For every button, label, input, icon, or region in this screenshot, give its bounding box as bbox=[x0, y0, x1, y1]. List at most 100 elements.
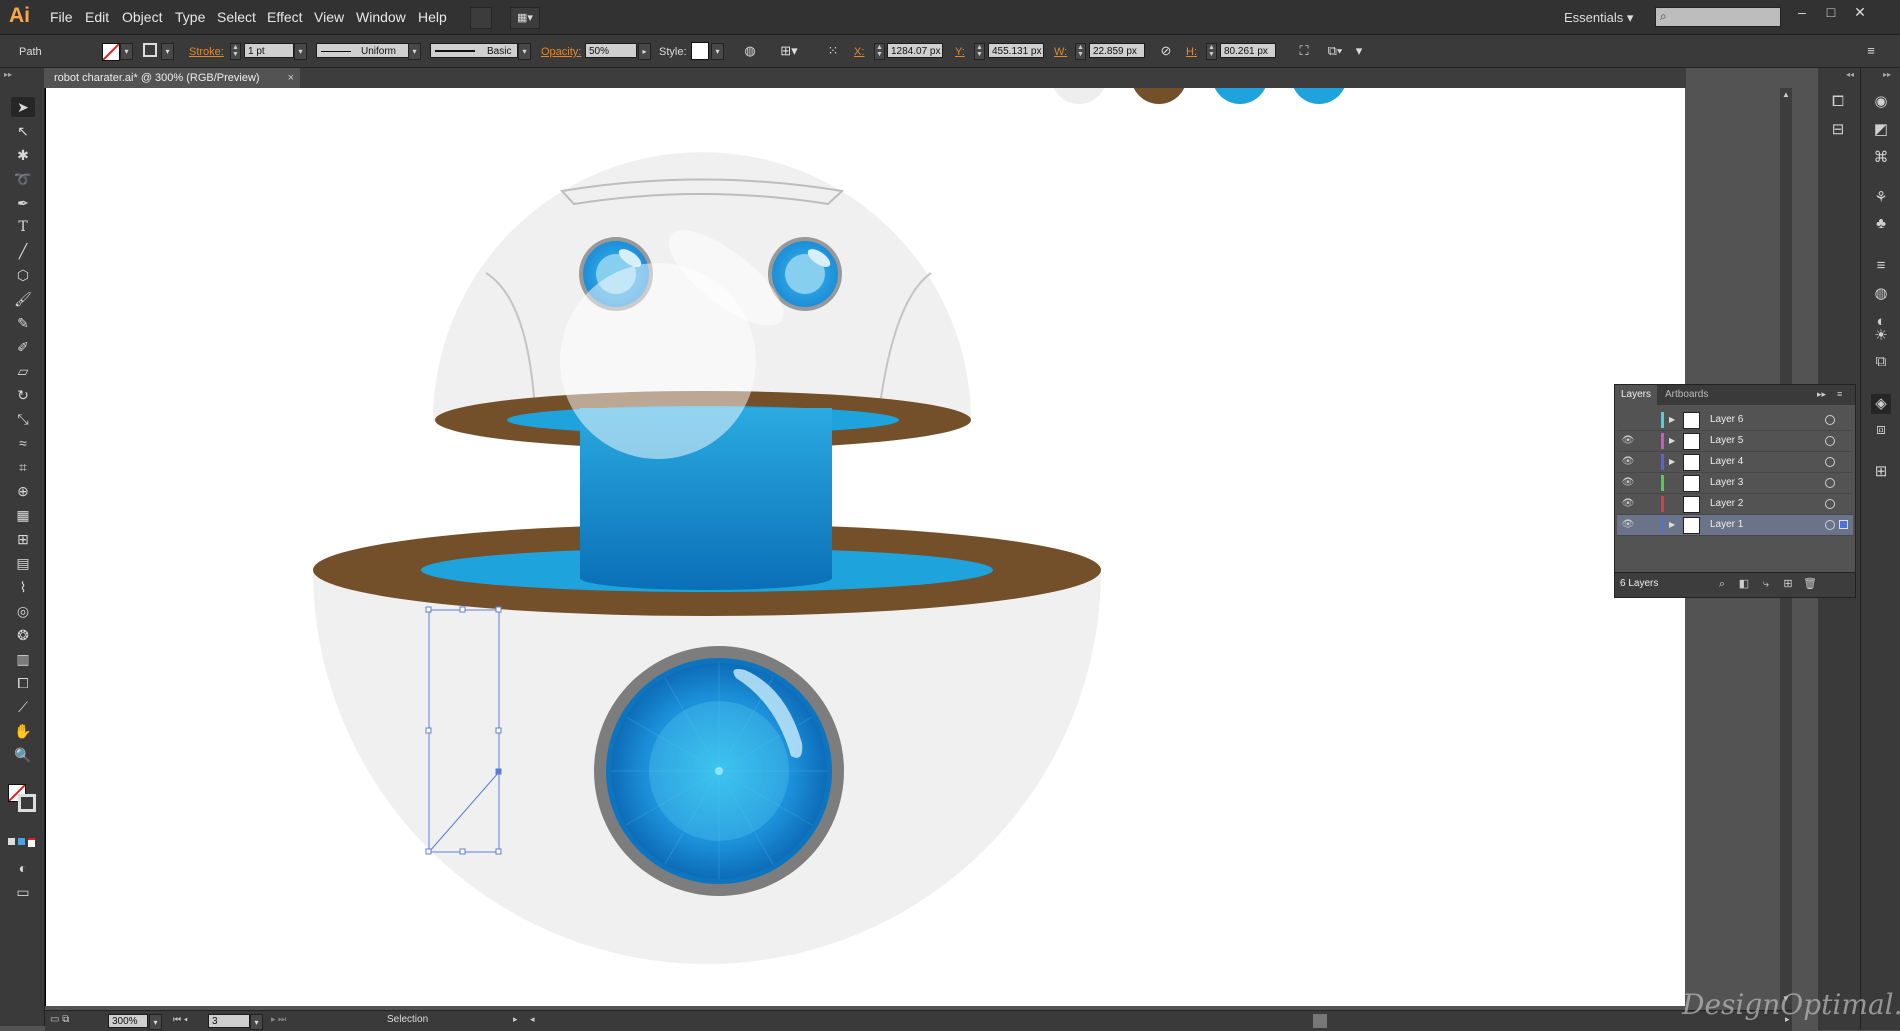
paintbrush-tool-icon[interactable]: 🖌 bbox=[11, 289, 35, 309]
stroke-weight-stepper[interactable]: ▲ ▼ bbox=[230, 43, 241, 60]
eye-icon[interactable]: 👁 bbox=[1621, 497, 1635, 511]
x-stepper[interactable]: ▲ ▼ bbox=[874, 43, 885, 60]
minimize-button[interactable]: – bbox=[1790, 3, 1814, 21]
color-panel-icon[interactable]: ◉ bbox=[1871, 92, 1891, 112]
layers-panel-icon[interactable]: ◈ bbox=[1871, 394, 1891, 414]
layer-name[interactable]: Layer 5 bbox=[1710, 435, 1743, 446]
maximize-button[interactable]: □ bbox=[1819, 3, 1843, 21]
reference-point-icon[interactable]: ⁙ bbox=[824, 42, 842, 60]
draw-mode-icon[interactable]: ◐ bbox=[11, 858, 35, 878]
expand-layer-icon[interactable]: ▶ bbox=[1669, 518, 1675, 532]
fill-stroke-swatches[interactable] bbox=[8, 784, 38, 812]
layer-target-icon[interactable] bbox=[1825, 415, 1835, 425]
none-mode-icon[interactable] bbox=[28, 838, 35, 847]
menu-help[interactable]: Help bbox=[418, 9, 447, 25]
symbols-panel-icon[interactable]: ♣ bbox=[1871, 214, 1891, 234]
slice-tool-icon[interactable]: ⟋ bbox=[11, 697, 35, 717]
menu-edit[interactable]: Edit bbox=[85, 9, 109, 25]
eye-icon[interactable]: 👁 bbox=[1621, 434, 1635, 448]
stroke-weight-field[interactable]: 1 pt bbox=[244, 43, 294, 58]
graphic-style-swatch[interactable] bbox=[691, 42, 709, 60]
column-graph-tool-icon[interactable]: ▥ bbox=[11, 649, 35, 669]
recolor-artwork-icon[interactable]: ◍ bbox=[741, 42, 759, 60]
opacity-slider-toggle[interactable]: ▸ bbox=[638, 43, 651, 60]
artboard-tool-icon[interactable]: ⧠ bbox=[11, 673, 35, 693]
dock2-collapse-icon[interactable]: ▸▸ bbox=[1883, 70, 1891, 79]
x-field[interactable]: 1284.07 px bbox=[887, 43, 943, 58]
zoom-tool-icon[interactable]: 🔍 bbox=[11, 745, 35, 765]
delete-layer-icon[interactable]: 🗑 bbox=[1803, 577, 1817, 591]
close-tab-icon[interactable]: × bbox=[288, 68, 294, 88]
stroke-label[interactable]: Stroke: bbox=[189, 46, 224, 58]
magic-wand-tool-icon[interactable]: ✱ bbox=[11, 145, 35, 165]
rotate-tool-icon[interactable]: ↻ bbox=[11, 385, 35, 405]
workspace-switcher[interactable]: Essentials ▾ bbox=[1564, 10, 1633, 26]
menu-type[interactable]: Type bbox=[175, 9, 205, 25]
close-button[interactable]: ✕ bbox=[1848, 3, 1872, 21]
artboards-panel-icon-2[interactable]: ⧈ bbox=[1871, 420, 1891, 440]
profile-dropdown[interactable]: ▾ bbox=[408, 43, 421, 60]
w-field[interactable]: 22.859 px bbox=[1089, 43, 1145, 58]
last-artboard-icon[interactable]: ▸ ⏭ bbox=[271, 1014, 286, 1025]
stroke-color-swatch[interactable] bbox=[143, 43, 157, 57]
layer-target-icon[interactable] bbox=[1825, 520, 1835, 530]
gradient-tool-icon[interactable]: ▤ bbox=[11, 553, 35, 573]
blob-brush-tool-icon[interactable]: ✐ bbox=[11, 337, 35, 357]
stroke-panel-icon[interactable]: ≡ bbox=[1871, 256, 1891, 276]
control-bar-options-icon[interactable]: ≡ bbox=[1862, 42, 1880, 60]
visibility-toggle-icon[interactable] bbox=[1621, 413, 1635, 427]
artboard[interactable] bbox=[45, 88, 1685, 1006]
constrain-proportions-icon[interactable]: ⊘ bbox=[1157, 42, 1175, 60]
stroke-swatch-icon[interactable] bbox=[18, 794, 36, 812]
layer-name[interactable]: Layer 6 bbox=[1710, 414, 1743, 425]
fill-swatch[interactable] bbox=[102, 43, 120, 61]
line-tool-icon[interactable]: ╱ bbox=[11, 241, 35, 261]
expand-layer-icon[interactable]: ▶ bbox=[1669, 455, 1675, 469]
isolate-object-icon[interactable]: ⧉▾ bbox=[1326, 42, 1344, 60]
eye-icon[interactable]: 👁 bbox=[1621, 476, 1635, 490]
hand-tool-icon[interactable]: ✋ bbox=[11, 721, 35, 741]
scale-tool-icon[interactable]: ⤡ bbox=[11, 409, 35, 429]
graphic-styles-panel-icon[interactable]: ⧉ bbox=[1871, 352, 1891, 372]
layer-row[interactable]: 👁 Layer 2 bbox=[1617, 494, 1853, 515]
layer-row[interactable]: 👁 ▶ Layer 1 bbox=[1617, 515, 1853, 536]
layer-row[interactable]: 👁 ▶ Layer 5 bbox=[1617, 431, 1853, 452]
stroke-color-dropdown[interactable]: ▾ bbox=[161, 43, 174, 60]
pen-tool-icon[interactable]: ✒ bbox=[11, 193, 35, 213]
menu-object[interactable]: Object bbox=[122, 9, 162, 25]
transform-panel-icon[interactable]: ⊞ bbox=[1871, 462, 1891, 482]
create-new-layer-icon[interactable]: ⊞ bbox=[1781, 577, 1795, 591]
opacity-label[interactable]: Opacity: bbox=[541, 46, 581, 58]
fill-dropdown[interactable]: ▾ bbox=[120, 43, 133, 60]
layer-name[interactable]: Layer 2 bbox=[1710, 498, 1743, 509]
y-field[interactable]: 455.131 px bbox=[988, 43, 1044, 58]
swatch-circle-brown[interactable] bbox=[1131, 88, 1187, 104]
stroke-weight-dropdown[interactable]: ▾ bbox=[294, 43, 307, 60]
free-transform-tool-icon[interactable]: ⌗ bbox=[11, 457, 35, 477]
horizontal-scroll-thumb[interactable] bbox=[1313, 1014, 1327, 1028]
color-mode-icon[interactable] bbox=[8, 838, 15, 845]
scroll-up-icon[interactable]: ▲ bbox=[1782, 90, 1790, 99]
layer-name[interactable]: Layer 4 bbox=[1710, 456, 1743, 467]
opacity-field[interactable]: 50% bbox=[585, 43, 637, 58]
locate-object-icon[interactable]: ⌕ bbox=[1715, 577, 1729, 591]
eraser-tool-icon[interactable]: ▱ bbox=[11, 361, 35, 381]
layer-row[interactable]: ▶ Layer 6 bbox=[1617, 410, 1853, 431]
eye-icon[interactable]: 👁 bbox=[1621, 518, 1635, 532]
menu-window[interactable]: Window bbox=[356, 9, 406, 25]
layer-target-icon[interactable] bbox=[1825, 436, 1835, 446]
layer-row[interactable]: 👁 Layer 3 bbox=[1617, 473, 1853, 494]
blend-tool-icon[interactable]: ◎ bbox=[11, 601, 35, 621]
help-search-input[interactable]: ⌕ bbox=[1655, 7, 1781, 27]
gradient-mode-icon[interactable] bbox=[18, 838, 25, 845]
panel-collapse-icon[interactable]: ▸▸ bbox=[1817, 389, 1826, 400]
align-panel-icon[interactable]: ⊟ bbox=[1828, 120, 1848, 140]
layer-name[interactable]: Layer 1 bbox=[1710, 519, 1743, 530]
type-tool-icon[interactable]: T bbox=[11, 217, 35, 237]
eye-icon[interactable]: 👁 bbox=[1621, 455, 1635, 469]
screen-mode-icon[interactable]: ▭ bbox=[11, 882, 35, 902]
current-tool-status[interactable]: Selection bbox=[387, 1014, 428, 1025]
swatch-circle-grey[interactable] bbox=[1051, 88, 1107, 104]
transform-icon[interactable]: ⛶ bbox=[1295, 42, 1313, 60]
color-mode-buttons[interactable] bbox=[8, 838, 36, 848]
